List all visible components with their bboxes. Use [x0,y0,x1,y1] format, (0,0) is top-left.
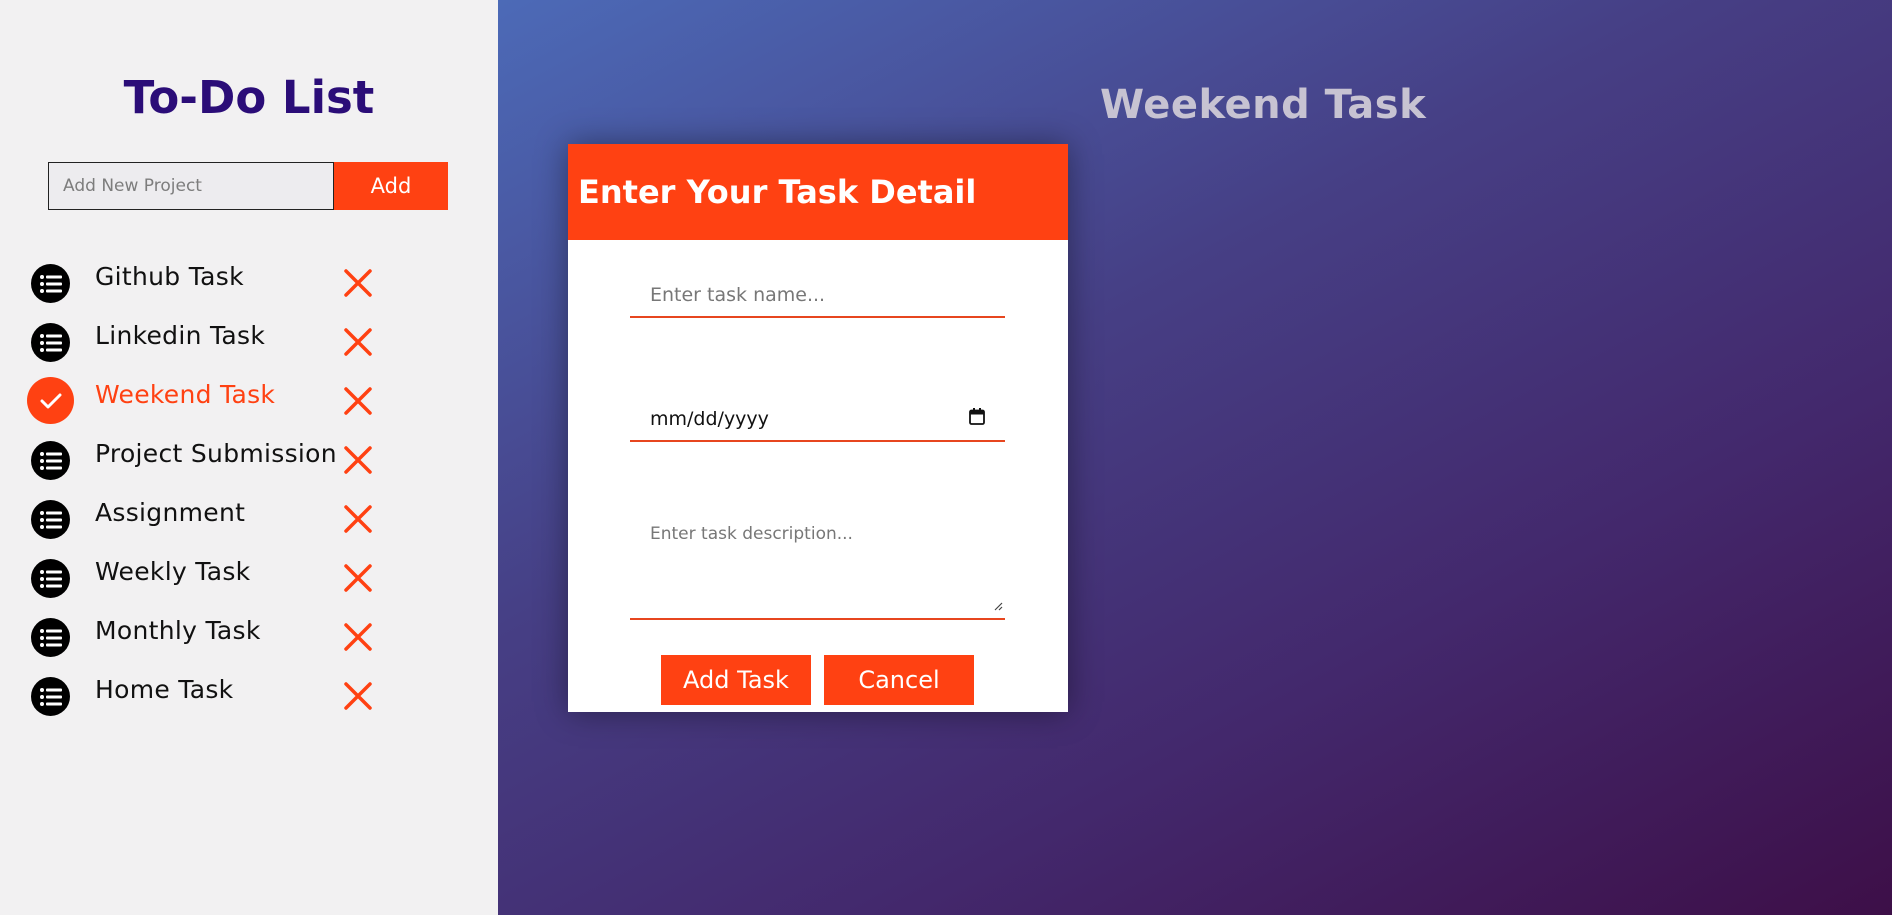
project-label[interactable]: Project Submission [95,439,337,468]
project-item[interactable]: Home Task [0,669,498,728]
project-label[interactable]: Home Task [95,675,233,704]
app-title: To-Do List [123,71,375,124]
task-modal: Enter Your Task Detail mm/dd/yyyy Enter … [568,144,1068,712]
close-icon[interactable] [343,622,373,652]
task-description-input[interactable]: Enter task description... [630,512,1005,620]
list-icon [31,500,70,539]
close-icon[interactable] [343,268,373,298]
cancel-button[interactable]: Cancel [824,655,974,705]
project-item-active[interactable]: Weekend Task [0,374,498,433]
project-label[interactable]: Weekend Task [95,380,275,409]
project-list: Github Task Linkedin Task Weekend Task P… [0,256,498,728]
list-icon [31,618,70,657]
close-icon[interactable] [343,386,373,416]
project-item[interactable]: Project Submission [0,433,498,492]
description-placeholder: Enter task description... [650,524,853,544]
project-item[interactable]: Assignment [0,492,498,551]
list-icon [31,264,70,303]
list-icon [31,441,70,480]
close-icon[interactable] [343,681,373,711]
list-icon [31,323,70,362]
list-icon [31,559,70,598]
task-date-input[interactable]: mm/dd/yyyy [630,398,1005,442]
modal-header: Enter Your Task Detail [568,144,1068,240]
project-label[interactable]: Assignment [95,498,245,527]
main-title: Weekend Task [1100,82,1427,128]
project-item[interactable]: Monthly Task [0,610,498,669]
project-label[interactable]: Monthly Task [95,616,261,645]
project-item[interactable]: Linkedin Task [0,315,498,374]
task-name-input[interactable] [630,274,1005,318]
calendar-icon[interactable] [969,408,985,430]
close-icon[interactable] [343,445,373,475]
check-icon [27,377,74,424]
project-label[interactable]: Linkedin Task [95,321,265,350]
close-icon[interactable] [343,504,373,534]
project-label[interactable]: Github Task [95,262,244,291]
sidebar: To-Do List Add Github Task Linkedin Task [0,0,498,915]
date-placeholder: mm/dd/yyyy [650,408,769,430]
close-icon[interactable] [343,563,373,593]
list-icon [31,677,70,716]
new-project-input[interactable] [48,162,334,210]
add-project-button[interactable]: Add [334,162,448,210]
project-item[interactable]: Github Task [0,256,498,315]
resize-handle-icon[interactable] [993,596,1003,616]
close-icon[interactable] [343,327,373,357]
project-item[interactable]: Weekly Task [0,551,498,610]
add-task-button[interactable]: Add Task [661,655,811,705]
project-label[interactable]: Weekly Task [95,557,250,586]
